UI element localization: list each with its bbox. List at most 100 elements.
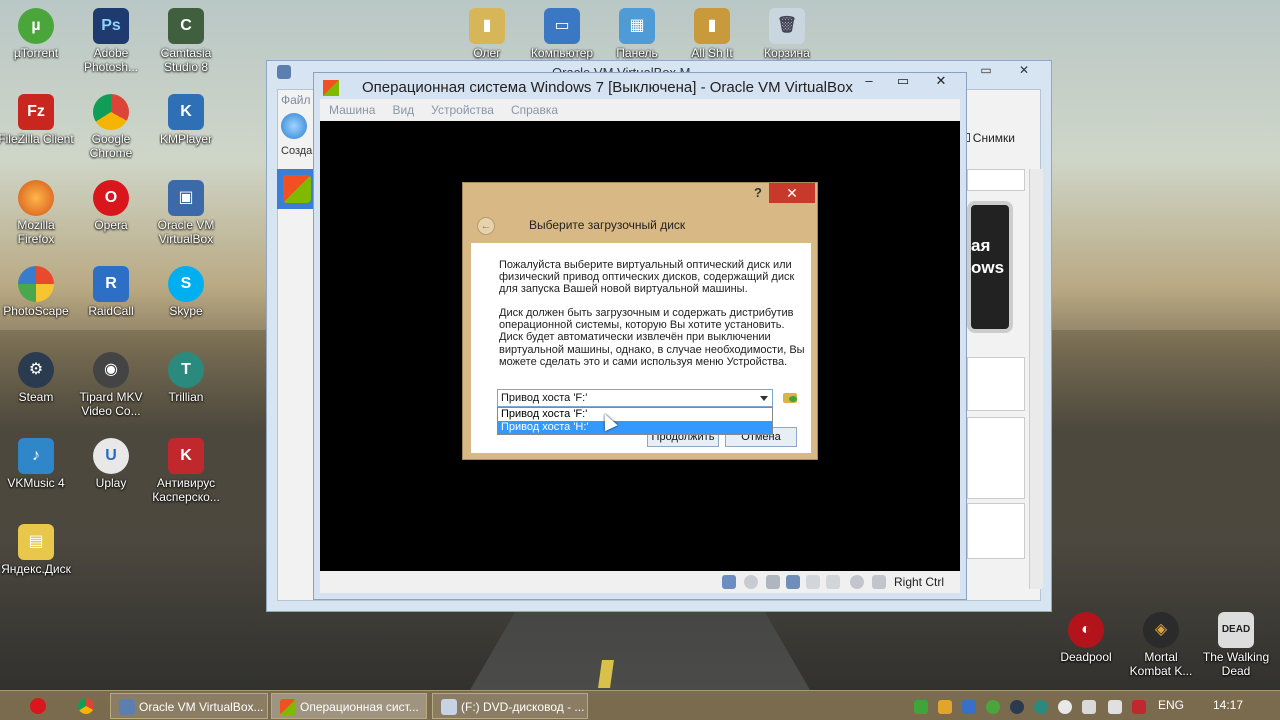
kaspersky-icon: K <box>168 438 204 474</box>
menu-machine[interactable]: Машина <box>329 103 375 117</box>
virtualbox-icon: ▣ <box>168 180 204 216</box>
desktop-icon-yandex-disk[interactable]: ▤ Яндекс.Диск <box>0 524 74 576</box>
manager-scrollbar[interactable] <box>1029 169 1043 589</box>
desktop-icon-opera[interactable]: O Opera <box>73 180 149 232</box>
chevron-down-icon <box>760 396 768 401</box>
back-arrow-icon[interactable]: ← <box>477 217 495 235</box>
vm-window-title: Операционная система Windows 7 [Выключен… <box>362 79 853 96</box>
snapshots-tab[interactable]: Снимки <box>960 131 1015 145</box>
desktop-icon-kmplayer[interactable]: K KMPlayer <box>148 94 224 146</box>
desktop-icon-steam[interactable]: ⚙ Steam <box>0 352 74 404</box>
utorrent-tray-icon[interactable] <box>986 700 1000 714</box>
desktop-icon-utorrent[interactable]: µ µTorrent <box>0 8 74 60</box>
windows7-icon <box>280 699 296 715</box>
windows7-icon <box>283 175 311 203</box>
control-panel-icon: ▦ <box>619 8 655 44</box>
desktop-icon-camtasia[interactable]: C Camtasia Studio 8 <box>148 8 224 74</box>
chrome-taskbar-icon[interactable] <box>78 698 94 714</box>
details-panel <box>967 357 1025 411</box>
virtualbox-icon <box>119 699 135 715</box>
tray-icon[interactable] <box>962 700 976 714</box>
clock[interactable]: 14:17 <box>1213 698 1243 712</box>
camtasia-icon: C <box>168 8 204 44</box>
manager-create-button[interactable]: Созда <box>281 113 315 161</box>
desktop-icon-control-panel[interactable]: ▦ Панель <box>599 8 675 60</box>
volume-icon[interactable] <box>1108 700 1122 714</box>
details-panel <box>967 503 1025 559</box>
desktop-icon-uplay[interactable]: U Uplay <box>73 438 149 490</box>
network-icon[interactable] <box>786 575 800 589</box>
host-key-label: Right Ctrl <box>894 575 945 589</box>
desktop-icon-mortal-kombat[interactable]: ◈ Mortal Kombat K... <box>1123 612 1199 678</box>
explorer-icon <box>441 699 457 715</box>
vm-maximize-button[interactable]: ▭ <box>888 73 918 93</box>
taskbar-app-dvd-drive[interactable]: (F:) DVD-дисковод - ... <box>432 693 588 719</box>
kaspersky-tray-icon[interactable] <box>1132 700 1146 714</box>
display-icon[interactable] <box>826 575 840 589</box>
vm-menu-bar: Машина Вид Устройства Справка <box>320 99 960 121</box>
desktop-icon-vkmusic[interactable]: ♪ VKMusic 4 <box>0 438 74 490</box>
desktop-icon-photoscape[interactable]: PhotoScape <box>0 266 74 318</box>
steam-tray-icon[interactable] <box>1010 700 1024 714</box>
desktop-icon-photoshop[interactable]: Ps Adobe Photosh... <box>73 8 149 74</box>
menu-view[interactable]: Вид <box>392 103 414 117</box>
boot-disk-dialog[interactable]: ? ✕ ← Выберите загрузочный диск Пожалуйс… <box>462 182 818 460</box>
opera-taskbar-icon[interactable] <box>30 698 46 714</box>
tray-icon[interactable] <box>914 700 928 714</box>
dialog-content: Пожалуйста выберите виртуальный оптическ… <box>471 243 811 453</box>
manager-menu-file[interactable]: Файл <box>281 93 311 107</box>
desktop-icon-raidcall[interactable]: R RaidCall <box>73 266 149 318</box>
vkmusic-icon: ♪ <box>18 438 54 474</box>
boot-disk-dropdown-list[interactable]: Привод хоста 'F:' Привод хоста 'H:' <box>497 407 773 435</box>
recycle-bin-icon: 🗑 <box>769 8 805 44</box>
capture-icon[interactable] <box>850 575 864 589</box>
choose-disk-file-button[interactable] <box>781 389 799 407</box>
dialog-close-button[interactable]: ✕ <box>769 183 815 203</box>
desktop-icon-user-folder[interactable]: ▮ Олег <box>449 8 525 60</box>
desktop-icon-skype[interactable]: S Skype <box>148 266 224 318</box>
desktop-icon-recycle-bin[interactable]: 🗑 Корзина <box>749 8 825 60</box>
shared-folders-icon[interactable] <box>806 575 820 589</box>
vm-minimize-button[interactable]: ‒ <box>854 73 884 93</box>
optical-disk-icon[interactable] <box>744 575 758 589</box>
desktop-icon-trillian[interactable]: T Trillian <box>148 352 224 404</box>
taskbar-app-vm[interactable]: Операционная сист... <box>271 693 427 719</box>
desktop-icon-deadpool[interactable]: ◐ Deadpool <box>1048 612 1124 664</box>
kmplayer-icon: K <box>168 94 204 130</box>
manager-maximize-button[interactable]: ▭ <box>971 63 1001 81</box>
vm-close-button[interactable]: ✕ <box>926 73 956 93</box>
mouse-integration-icon[interactable] <box>872 575 886 589</box>
trillian-tray-icon[interactable] <box>1034 700 1048 714</box>
dropdown-option[interactable]: Привод хоста 'F:' <box>498 408 772 421</box>
taskbar-app-virtualbox-manager[interactable]: Oracle VM VirtualBox... <box>110 693 268 719</box>
usb-icon[interactable] <box>766 575 780 589</box>
desktop-icon-walking-dead[interactable]: DEAD The Walking Dead <box>1198 612 1274 678</box>
add-icon <box>789 396 797 402</box>
details-panel <box>967 417 1025 499</box>
manager-vm-list-item[interactable] <box>277 169 315 209</box>
help-button[interactable]: ? <box>747 185 769 203</box>
desktop-icon-virtualbox[interactable]: ▣ Oracle VM VirtualBox <box>148 180 224 246</box>
menu-devices[interactable]: Устройства <box>431 103 494 117</box>
dropdown-option-selected[interactable]: Привод хоста 'H:' <box>498 421 772 434</box>
firefox-icon <box>18 180 54 216</box>
network-icon[interactable] <box>1082 700 1096 714</box>
hard-disk-icon[interactable] <box>722 575 736 589</box>
language-indicator[interactable]: ENG <box>1158 698 1184 712</box>
desktop-icon-firefox[interactable]: Mozilla Firefox <box>0 180 74 246</box>
tray-icon[interactable] <box>938 700 952 714</box>
steam-icon: ⚙ <box>18 352 54 388</box>
tray-icon[interactable] <box>1058 700 1072 714</box>
desktop-icon-chrome[interactable]: Google Chrome <box>73 94 149 160</box>
desktop-icon-computer[interactable]: ▭ Компьютер <box>524 8 600 60</box>
desktop-icon-filezilla[interactable]: Fz FileZilla Client <box>0 94 74 146</box>
desktop-icon-all-sh-it[interactable]: ▮ All Sh It <box>674 8 750 60</box>
tipard-icon: ◉ <box>93 352 129 388</box>
manager-close-button[interactable]: ✕ <box>1009 63 1039 81</box>
user-folder-icon: ▮ <box>469 8 505 44</box>
menu-help[interactable]: Справка <box>511 103 558 117</box>
desktop-icon-tipard[interactable]: ◉ Tipard MKV Video Co... <box>73 352 149 418</box>
deadpool-icon: ◐ <box>1068 612 1104 648</box>
desktop-icon-kaspersky[interactable]: K Антивирус Касперско... <box>148 438 224 504</box>
boot-disk-select[interactable]: Привод хоста 'F:' <box>497 389 773 407</box>
